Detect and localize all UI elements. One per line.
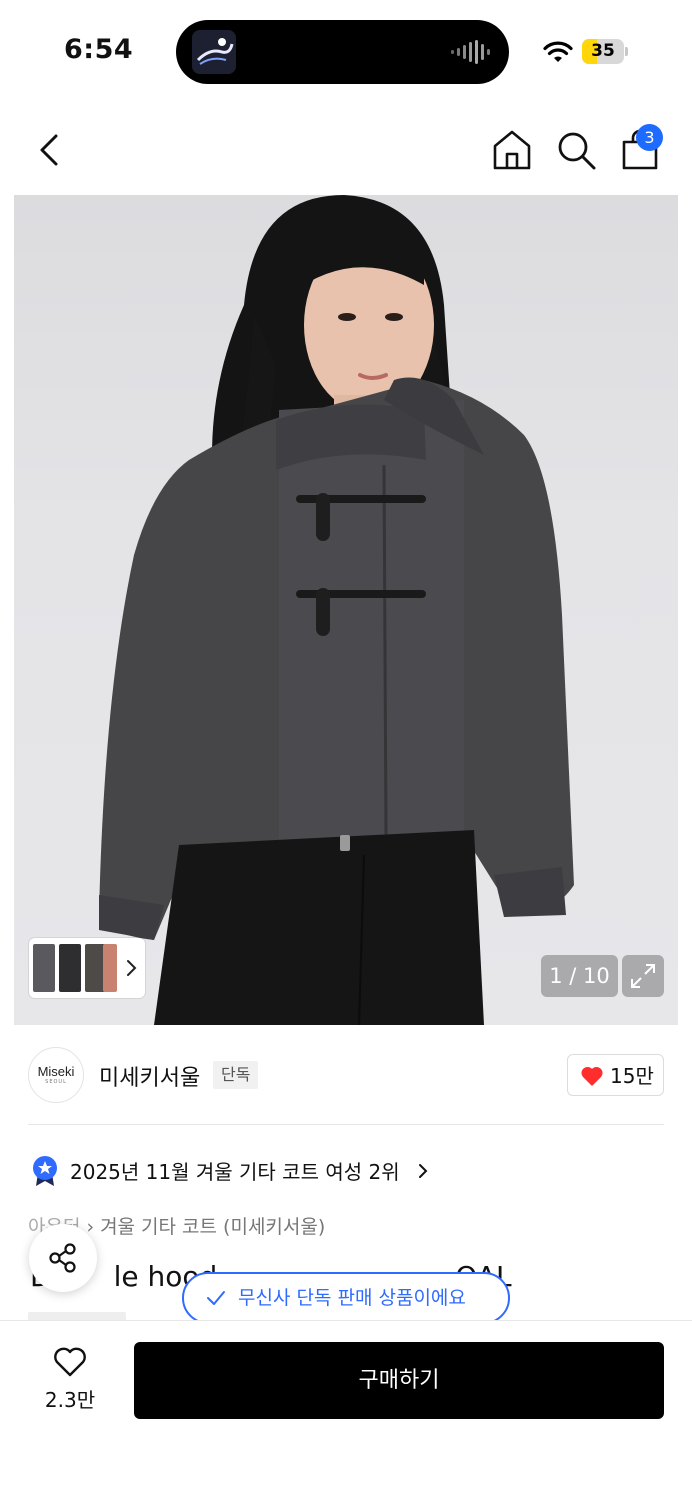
status-bar: 6:54 35 — [0, 0, 692, 100]
heart-filled-icon — [581, 1066, 603, 1086]
thumbnail-2[interactable] — [59, 944, 81, 992]
top-nav-bar — [0, 100, 692, 195]
wishlist-button[interactable]: 2.3만 — [28, 1340, 112, 1424]
battery-indicator: 35 — [582, 39, 628, 64]
thumbnail-4[interactable] — [103, 944, 117, 992]
toast-text: 무신사 단독 판매 상품이에요 — [238, 1287, 466, 1309]
audio-wave-icon — [451, 40, 490, 64]
now-playing-artwork — [192, 30, 236, 74]
share-button[interactable] — [29, 1224, 97, 1292]
expand-icon — [631, 964, 655, 988]
dynamic-island[interactable] — [176, 20, 509, 84]
cart-count-badge: 3 — [636, 124, 663, 151]
check-icon — [207, 1291, 225, 1305]
thumbnail-strip[interactable] — [29, 938, 145, 998]
buy-button[interactable]: 구매하기 — [134, 1342, 664, 1419]
wishlist-count: 2.3만 — [44, 1388, 96, 1412]
back-icon[interactable] — [30, 130, 70, 170]
brand-like-button[interactable]: 15만 — [567, 1054, 664, 1096]
product-image[interactable] — [14, 195, 678, 1025]
ranking-text: 2025년 11월 겨울 기타 코트 여성 2위 — [70, 1160, 400, 1184]
brand-name[interactable]: 미세키서울 — [99, 1060, 200, 1092]
thumbnail-1[interactable] — [33, 944, 55, 992]
share-icon — [49, 1243, 76, 1273]
rank-badge-icon — [33, 1156, 57, 1186]
search-icon[interactable] — [554, 128, 598, 172]
breadcrumb-item[interactable]: 겨울 기타 코트 (미세키서울) — [100, 1216, 325, 1238]
brand-like-count: 15만 — [610, 1064, 654, 1088]
status-time: 6:54 — [64, 34, 134, 65]
divider — [28, 1124, 664, 1125]
brand-logo-text: Miseki — [37, 1064, 75, 1079]
brand-logo-subtext: SEOUL — [45, 1079, 67, 1085]
wifi-icon — [543, 41, 573, 62]
chevron-right-icon — [419, 1164, 428, 1178]
battery-level: 35 — [591, 41, 615, 61]
product-photo — [99, 195, 574, 1025]
exclusive-toast: 무신사 단독 판매 상품이에요 — [182, 1272, 510, 1324]
image-counter: 1 / 10 — [541, 955, 618, 997]
brand-logo[interactable]: Miseki SEOUL — [28, 1047, 84, 1103]
exclusive-tag: 단독 — [213, 1061, 259, 1089]
home-icon[interactable] — [490, 128, 534, 172]
expand-image-button[interactable] — [622, 955, 664, 997]
chevron-right-icon[interactable] — [125, 956, 139, 980]
heart-outline-icon — [54, 1347, 86, 1377]
